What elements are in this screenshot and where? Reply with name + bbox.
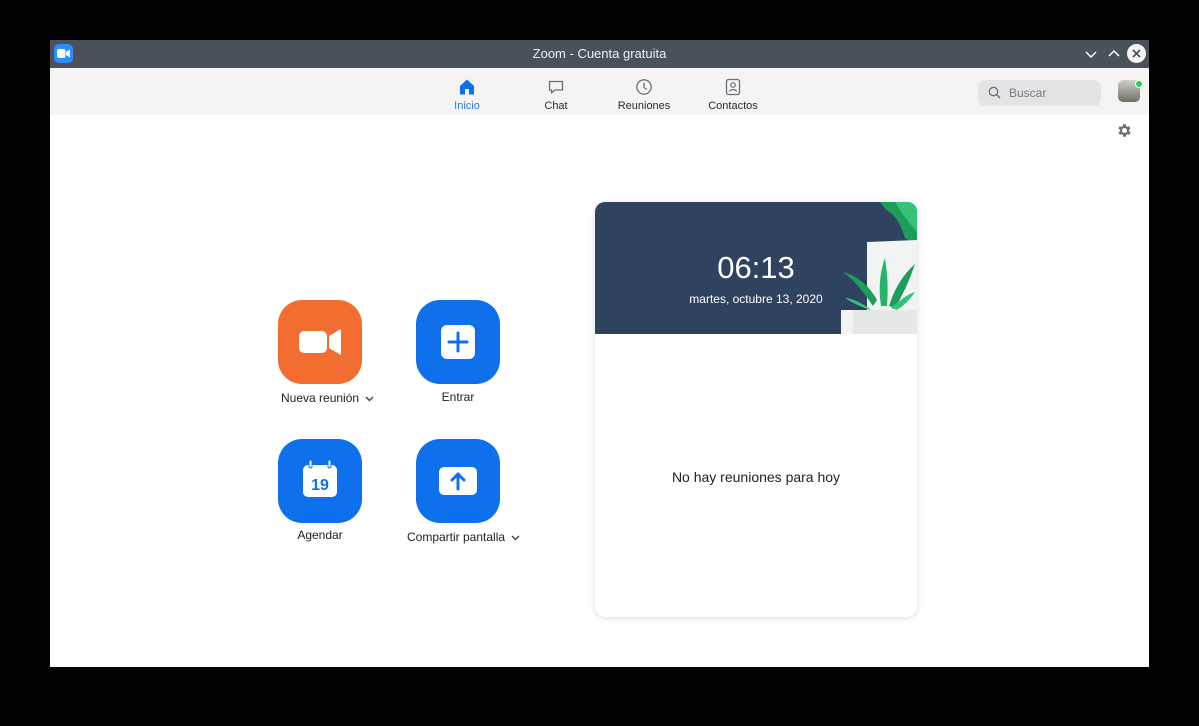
gear-icon[interactable] — [1116, 122, 1133, 139]
chat-icon — [548, 80, 564, 94]
share-screen-button[interactable] — [416, 439, 500, 523]
new-meeting-button[interactable] — [278, 300, 362, 384]
zoom-window: Zoom - Cuenta gratuita Inicio Chat Reuni… — [50, 40, 1149, 667]
presence-indicator — [1135, 80, 1143, 88]
current-date: martes, octubre 13, 2020 — [689, 292, 823, 306]
chevron-down-icon[interactable] — [511, 535, 520, 541]
search-icon — [988, 86, 1001, 99]
tab-inicio[interactable]: Inicio — [427, 68, 507, 115]
calendar-icon: 19 — [303, 459, 337, 497]
calendar-day: 19 — [311, 477, 329, 494]
tab-label: Inicio — [454, 100, 480, 112]
no-meetings-message: No hay reuniones para hoy — [671, 469, 841, 485]
tab-reuniones[interactable]: Reuniones — [604, 68, 684, 115]
schedule-button[interactable]: 19 — [278, 439, 362, 523]
schedule-label[interactable]: Agendar — [278, 528, 362, 542]
clock-icon — [636, 79, 652, 95]
tab-label: Reuniones — [617, 100, 671, 112]
current-time: 06:13 — [717, 250, 795, 285]
join-button[interactable] — [416, 300, 500, 384]
card-header: 06:13 martes, octubre 13, 2020 — [595, 202, 917, 334]
window-title: Zoom - Cuenta gratuita — [532, 46, 667, 61]
search-placeholder: Buscar — [1009, 86, 1047, 100]
join-label[interactable]: Entrar — [416, 390, 500, 404]
chevron-up-icon — [1108, 49, 1120, 57]
tab-label: Chat — [544, 100, 568, 112]
tab-contactos[interactable]: Contactos — [693, 68, 773, 115]
tab-chat[interactable]: Chat — [516, 68, 596, 115]
chevron-down-icon — [1085, 51, 1097, 59]
contacts-icon — [725, 78, 741, 96]
chevron-down-icon[interactable] — [365, 396, 374, 402]
top-nav: Inicio Chat Reuniones Contactos Buscar — [50, 68, 1149, 115]
close-icon — [1132, 49, 1141, 58]
share-arrow-icon — [439, 467, 477, 495]
new-meeting-label[interactable]: Nueva reunión — [281, 391, 374, 405]
share-screen-label[interactable]: Compartir pantalla — [407, 530, 520, 544]
video-camera-icon — [299, 329, 341, 355]
close-button[interactable] — [1127, 44, 1146, 63]
plus-icon — [441, 325, 475, 359]
minimize-button[interactable] — [1082, 45, 1100, 63]
title-bar: Zoom - Cuenta gratuita — [50, 40, 1149, 68]
upcoming-meetings-card: 06:13 martes, octubre 13, 2020 No hay re… — [595, 202, 917, 617]
home-icon — [460, 79, 474, 95]
search-input[interactable]: Buscar — [978, 80, 1101, 106]
maximize-button[interactable] — [1105, 45, 1123, 63]
tab-label: Contactos — [708, 100, 758, 112]
